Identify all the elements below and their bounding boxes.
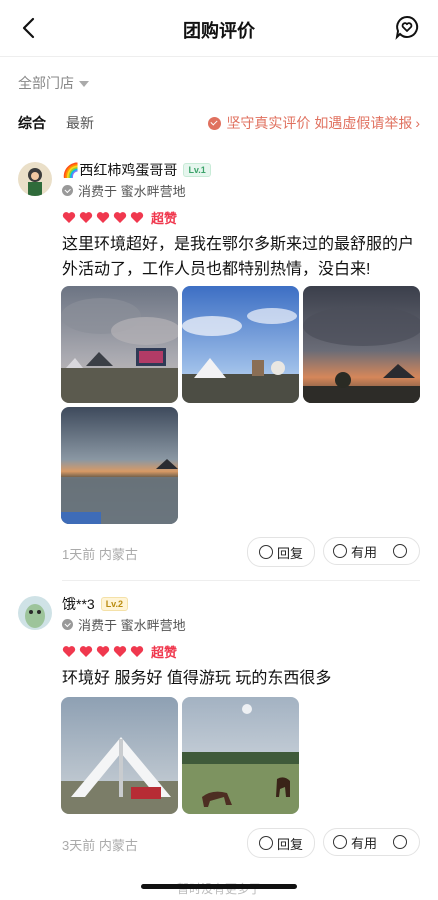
heart-icon xyxy=(62,646,76,657)
reply-button[interactable]: 回复 xyxy=(247,537,315,567)
consumed-location: 消费于 蜜水畔营地 xyxy=(62,181,186,200)
tab-comprehensive[interactable]: 综合 xyxy=(18,113,46,133)
verified-icon xyxy=(62,619,73,630)
heart-icon xyxy=(130,212,144,223)
review-meta: 3天前 内蒙古 xyxy=(62,838,138,853)
frown-icon[interactable] xyxy=(393,544,408,558)
heart-icon xyxy=(113,646,127,657)
top-nav-bar: 团购评价 xyxy=(0,0,438,57)
heart-rating: 超赞 xyxy=(62,208,177,227)
caret-down-icon xyxy=(79,81,89,87)
username[interactable]: 饿**3 Lv.2 xyxy=(62,594,129,614)
frown-icon[interactable] xyxy=(393,835,408,849)
home-indicator[interactable] xyxy=(141,884,297,889)
heart-rating: 超赞 xyxy=(62,642,177,661)
avatar[interactable] xyxy=(18,596,52,630)
level-badge: Lv.1 xyxy=(183,163,211,177)
sort-tabs: 综合 最新 xyxy=(18,113,94,133)
check-circle-icon xyxy=(208,116,222,130)
reply-label: 回复 xyxy=(276,836,303,852)
avatar[interactable] xyxy=(18,162,52,196)
username-text: 饿**3 xyxy=(62,596,95,612)
reply-button[interactable]: 回复 xyxy=(247,828,315,858)
username[interactable]: 🌈西红柿鸡蛋哥哥 Lv.1 xyxy=(62,160,211,180)
review-photo[interactable] xyxy=(303,286,420,403)
tab-latest[interactable]: 最新 xyxy=(66,113,94,133)
smile-icon xyxy=(258,545,273,559)
smile-icon xyxy=(258,836,273,850)
chat-heart-icon[interactable] xyxy=(394,14,420,40)
store-filter-dropdown[interactable]: 全部门店 xyxy=(18,73,89,93)
report-notice-link[interactable]: 坚守真实评价 如遇虚假请举报 › xyxy=(208,113,420,133)
useful-label: 有用 xyxy=(351,835,378,851)
consumed-text: 消费于 蜜水畔营地 xyxy=(78,618,186,633)
useful-button[interactable]: 有用 xyxy=(323,537,420,565)
heart-icon xyxy=(96,646,110,657)
level-badge: Lv.2 xyxy=(100,597,129,611)
review-photo[interactable] xyxy=(182,286,299,403)
heart-icon xyxy=(79,212,93,223)
heart-icon xyxy=(79,646,93,657)
consumed-location: 消费于 蜜水畔营地 xyxy=(62,615,186,634)
smile-icon xyxy=(333,544,347,558)
username-text: 🌈西红柿鸡蛋哥哥 xyxy=(62,162,178,178)
rating-label: 超赞 xyxy=(151,645,178,660)
review-meta: 1天前 内蒙古 xyxy=(62,547,138,562)
divider xyxy=(62,580,420,581)
consumed-text: 消费于 蜜水畔营地 xyxy=(78,184,186,199)
heart-icon xyxy=(130,646,144,657)
rating-label: 超赞 xyxy=(151,211,178,226)
useful-label: 有用 xyxy=(351,544,378,560)
chevron-right-icon: › xyxy=(415,115,420,131)
useful-button[interactable]: 有用 xyxy=(323,828,420,856)
review-photo[interactable] xyxy=(61,286,178,403)
store-filter-label: 全部门店 xyxy=(18,75,74,91)
review-photo[interactable] xyxy=(61,697,178,814)
page-title: 团购评价 xyxy=(183,21,255,41)
smile-icon xyxy=(333,835,347,849)
notice-text: 坚守真实评价 如遇虚假请举报 xyxy=(226,115,413,131)
verified-icon xyxy=(62,185,73,196)
review-text[interactable]: 环境好 服务好 值得游玩 玩的东西很多 xyxy=(62,666,422,691)
heart-icon xyxy=(96,212,110,223)
review-text[interactable]: 这里环境超好，是我在鄂尔多斯来过的最舒服的户外活动了，工作人员也都特别热情，没白… xyxy=(62,232,422,282)
reply-label: 回复 xyxy=(276,545,303,561)
review-photo[interactable] xyxy=(182,697,299,814)
heart-icon xyxy=(62,212,76,223)
review-photo[interactable] xyxy=(61,407,178,524)
heart-icon xyxy=(113,212,127,223)
